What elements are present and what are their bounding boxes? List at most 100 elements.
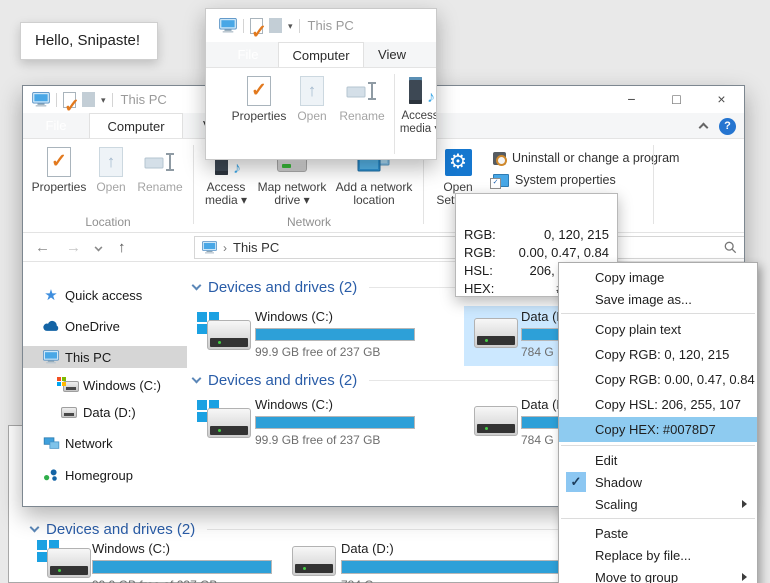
collapse-ribbon-icon[interactable] [699, 123, 709, 133]
gear-icon [445, 149, 472, 176]
pasted-snip-note[interactable]: Hello, Snipaste! [20, 22, 158, 60]
menu-item-shadow[interactable]: ✓ Shadow [559, 471, 757, 493]
sidebar-item-network[interactable]: Network [23, 432, 187, 454]
window-title: This PC [121, 92, 167, 107]
properties-shortcut-icon [250, 18, 263, 34]
properties-button[interactable]: Properties [29, 143, 89, 213]
color-row-rgb: RGB:0, 120, 215 [456, 226, 617, 244]
menu-item-save-image-as[interactable]: Save image as... [559, 288, 757, 310]
menu-item-replace-by-file[interactable]: Replace by file... [559, 544, 757, 566]
snip-title-bar: ▾ This PC [206, 9, 436, 42]
tab-file[interactable]: File [23, 113, 89, 138]
drive-item-windows-c[interactable]: Windows (C:) 99.9 GB free of 237 GB [37, 540, 277, 583]
this-pc-icon [202, 241, 217, 254]
sidebar-item-windows-c[interactable]: Windows (C:) [23, 374, 187, 396]
menu-item-move-to-group[interactable]: Move to group [559, 566, 757, 583]
this-pc-icon [41, 350, 61, 364]
chevron-down-icon [192, 374, 202, 384]
maximize-button[interactable]: □ [654, 86, 699, 113]
customize-toolbar-icon[interactable]: ▾ [101, 95, 106, 105]
drive-item-data-d[interactable]: Data (D:) 784 G [286, 540, 576, 583]
tab-computer[interactable]: Computer [89, 113, 183, 138]
sidebar-item-onedrive[interactable]: OneDrive [23, 315, 187, 337]
menu-item-copy-rgb-float[interactable]: Copy RGB: 0.00, 0.47, 0.84 [559, 367, 757, 392]
system-properties-button[interactable]: System properties [493, 169, 679, 191]
toolbar-doc-icon[interactable] [82, 92, 95, 107]
snip-window-title: This PC [308, 18, 354, 33]
minimize-button[interactable]: − [609, 86, 654, 113]
quick-access-icon [41, 286, 61, 304]
menu-item-copy-rgb[interactable]: Copy RGB: 0, 120, 215 [559, 342, 757, 367]
open-icon [300, 76, 324, 106]
windows-drive-icon [197, 312, 251, 352]
open-button[interactable]: Open [89, 143, 133, 213]
drive-name: Windows (C:) [92, 541, 272, 556]
navigation-pane: Quick access OneDrive This PC [23, 262, 187, 506]
checked-icon: ✓ [566, 472, 586, 492]
properties-shortcut-icon[interactable] [63, 92, 76, 108]
up-icon[interactable]: ↑ [118, 239, 126, 256]
menu-item-scaling[interactable]: Scaling [559, 493, 757, 515]
submenu-arrow-icon [742, 573, 747, 581]
divider [112, 93, 113, 107]
rename-button[interactable]: Rename [133, 143, 187, 213]
sidebar-item-data-d[interactable]: Data (D:) [23, 401, 187, 423]
caption-buttons: − □ × [609, 86, 744, 113]
forward-icon[interactable]: → [66, 239, 81, 256]
desktop: Devices and drives (2) Windows (C:) 99.9… [0, 0, 770, 583]
open-icon [99, 147, 123, 177]
drive-item-windows-c[interactable]: Windows (C:) 99.9 GB free of 237 GB [197, 396, 447, 454]
capacity-bar [341, 560, 561, 574]
drive-item-windows-c[interactable]: Windows (C:) 99.9 GB free of 237 GB [197, 308, 447, 366]
sidebar-item-homegroup[interactable]: Homegroup [23, 464, 187, 486]
capacity-bar [92, 560, 272, 574]
note-text: Hello, Snipaste! [35, 32, 140, 49]
menu-item-copy-hsl[interactable]: Copy HSL: 206, 255, 107 [559, 392, 757, 417]
search-icon [724, 241, 737, 254]
drive-free-space: 99.9 GB free of 237 GB [255, 433, 415, 447]
ribbon-group-label: Network [199, 215, 419, 229]
drive-free-space: 99.9 GB free of 237 GB [255, 345, 415, 359]
this-pc-icon [32, 92, 50, 107]
sidebar-item-quick-access[interactable]: Quick access [23, 284, 187, 306]
drive-icon [472, 402, 522, 440]
close-button[interactable]: × [699, 86, 744, 113]
capacity-bar [255, 328, 415, 341]
properties-icon [247, 76, 271, 106]
onedrive-icon [41, 320, 61, 332]
back-icon[interactable]: ← [35, 239, 50, 256]
uninstall-program-button[interactable]: Uninstall or change a program [493, 147, 679, 169]
tab-computer: Computer [278, 42, 364, 67]
windows-drive-icon [197, 400, 251, 440]
menu-item-edit[interactable]: Edit [559, 449, 757, 471]
menu-item-paste[interactable]: Paste [559, 522, 757, 544]
menu-item-copy-hex[interactable]: Copy HEX: #0078D7 [559, 417, 757, 442]
rename-icon [346, 79, 378, 103]
windows-drive-icon [37, 540, 91, 580]
menu-item-copy-plain-text[interactable]: Copy plain text [559, 317, 757, 342]
recent-locations-icon[interactable] [95, 243, 103, 251]
sidebar-item-this-pc[interactable]: This PC [23, 346, 187, 368]
snip-ribbon-tabs: File Computer View [206, 42, 436, 68]
uninstall-icon [493, 152, 506, 165]
pasted-snip-ribbon[interactable]: ▾ This PC File Computer View Properties … [205, 8, 437, 160]
homegroup-icon [41, 468, 61, 482]
section-title: Devices and drives (2) [46, 521, 195, 538]
capacity-bar [255, 416, 415, 429]
breadcrumb-separator: › [223, 241, 227, 255]
snip-ribbon: Properties Open Rename Access media ▾ [206, 68, 436, 160]
snipaste-context-menu: Copy image Save image as... Copy plain t… [558, 262, 758, 583]
drive-free-space: 784 G [341, 578, 561, 583]
properties-icon [47, 147, 71, 177]
drive-name: Data (D:) [341, 541, 561, 556]
drive-free-space: 99.9 GB free of 237 GB [92, 578, 272, 583]
breadcrumb: This PC [233, 240, 279, 255]
drive-icon [472, 314, 522, 352]
menu-separator [561, 518, 755, 519]
help-icon[interactable]: ? [719, 118, 736, 135]
chevron-down-icon [30, 523, 40, 533]
menu-item-copy-image[interactable]: Copy image [559, 266, 757, 288]
system-drive-icon [59, 379, 79, 392]
divider [299, 19, 300, 33]
access-media-button: Access media ▾ [398, 72, 437, 142]
